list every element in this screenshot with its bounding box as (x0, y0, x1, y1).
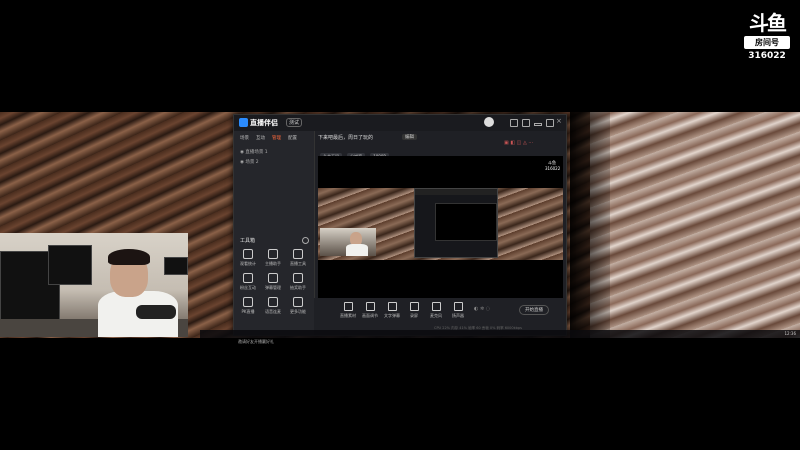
live-preview: 斗鱼 316022 (318, 156, 563, 298)
tool-item-3[interactable]: 直播工具 (286, 249, 310, 267)
refresh-icon[interactable]: ◌ (486, 306, 490, 312)
tool-item-7[interactable]: PK直播 (236, 297, 260, 315)
preview-webcam (320, 228, 376, 256)
taskbar: 12:36 (200, 330, 800, 338)
toolbox-settings-icon[interactable] (302, 237, 309, 244)
preview-streamer-body (346, 244, 368, 256)
toolbox-title: 工具箱 (240, 238, 256, 244)
room-label: 房间号 (744, 36, 790, 49)
maximize-icon[interactable] (546, 119, 554, 127)
bag-icon (293, 249, 303, 259)
app-logo-icon (239, 118, 248, 127)
tool-item-2[interactable]: 主播助手 (261, 249, 285, 267)
grid-icon (293, 297, 303, 307)
streaming-app-window: 直播伴侣 测试 × 场景 互动 管理 配置 ◉ 直播场景 1 ◉ 场景 2 工具… (233, 114, 567, 344)
preview-inner-titlebar (415, 189, 497, 195)
webcam-monitor-3 (164, 257, 188, 275)
bottom-tool-6[interactable]: 扬声器 (448, 302, 468, 319)
douyu-watermark: 斗鱼 房间号 316022 (744, 12, 790, 61)
gift-icon (293, 273, 303, 283)
tab-manage[interactable]: 管理 (272, 135, 281, 141)
scene-panel: 场景 互动 管理 配置 ◉ 直播场景 1 ◉ 场景 2 工具箱 观看统计 主播助… (234, 131, 315, 344)
webcam-microphone (136, 305, 176, 319)
tool-item-1[interactable]: 观看统计 (236, 249, 260, 267)
bottom-tool-4[interactable]: 录屏 (404, 302, 424, 319)
tab-config[interactable]: 配置 (288, 135, 297, 141)
scene-item-2[interactable]: ◉ 场景 2 (240, 159, 259, 165)
user-icon (268, 249, 278, 259)
room-number: 316022 (748, 51, 786, 61)
bottom-tool-2[interactable]: 画面调节 (360, 302, 380, 319)
tool-item-5[interactable]: 弹幕管理 (261, 273, 285, 291)
minimize-icon[interactable] (534, 123, 542, 126)
game-footage-right (590, 112, 800, 338)
avatar[interactable] (484, 117, 494, 127)
bottom-tool-5[interactable]: 麦克风 (426, 302, 446, 319)
scene-item-1[interactable]: ◉ 直播场景 1 (240, 149, 268, 155)
bottom-tool-1[interactable]: 直播素材 (338, 302, 358, 319)
webcam-streamer-hair (108, 249, 150, 265)
tool-item-6[interactable]: 抽奖助手 (286, 273, 310, 291)
text-icon (387, 302, 397, 311)
adjust-icon (365, 302, 375, 311)
skin-icon[interactable] (510, 119, 518, 127)
tool-item-9[interactable]: 更多功能 (286, 297, 310, 315)
app-name: 直播伴侣 (250, 119, 278, 127)
bottom-tool-3[interactable]: 文字弹幕 (382, 302, 402, 319)
swords-icon (243, 297, 253, 307)
preview-recursive-window (414, 188, 498, 258)
close-icon[interactable]: × (556, 117, 562, 125)
webcam-overlay (0, 233, 188, 337)
chat-icon (268, 273, 278, 283)
tool-item-4[interactable]: 粉丝互动 (236, 273, 260, 291)
tab-interact[interactable]: 互动 (256, 135, 265, 141)
more-icon[interactable]: ⋯ (528, 140, 533, 146)
tool-item-8[interactable]: 语音连麦 (261, 297, 285, 315)
edit-title-button[interactable]: 编辑 (402, 134, 417, 140)
microphone-icon (431, 302, 441, 311)
tab-scene[interactable]: 场景 (240, 135, 249, 141)
heart-icon (243, 273, 253, 283)
room-title: 下来吧最后，周日了玩的 (318, 135, 374, 141)
header-icons: ▣ ◧ ◫ ◬ ⋯ (504, 140, 533, 146)
taskbar-clock: 12:36 (784, 331, 796, 336)
chart-icon (243, 249, 253, 259)
mic-icon (268, 297, 278, 307)
preview-watermark: 斗鱼 316022 (545, 160, 561, 171)
webcam-monitor-2 (48, 245, 92, 285)
start-live-button[interactable]: 开始直播 (519, 305, 549, 315)
app-titlebar: 直播伴侣 测试 × (234, 115, 566, 131)
preview-inner-canvas (435, 203, 497, 241)
extra-icons: ◐ ✲ ◌ (474, 306, 490, 312)
image-icon (343, 302, 353, 311)
game-pillar-shadow (570, 112, 610, 338)
preview-watermark-number: 316022 (545, 166, 561, 171)
settings-icon[interactable] (522, 119, 530, 127)
record-screen-icon (409, 302, 419, 311)
douyu-logo: 斗鱼 (749, 11, 787, 35)
invite-tip[interactable]: 邀请好友开播赢好礼 (238, 339, 274, 345)
letterbox-bottom (0, 338, 800, 450)
app-version-badge: 测试 (286, 118, 303, 127)
speaker-icon (453, 302, 463, 311)
